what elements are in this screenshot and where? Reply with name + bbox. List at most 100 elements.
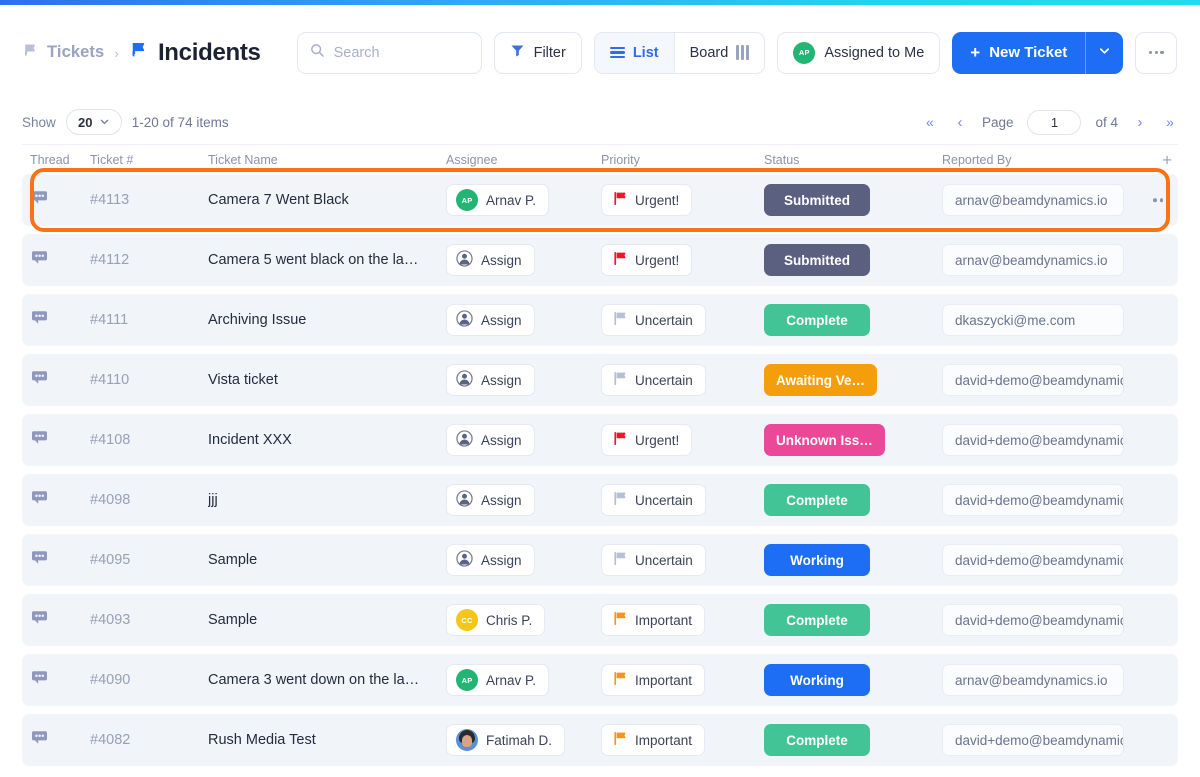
- priority-chip[interactable]: Urgent!: [601, 184, 693, 216]
- row-actions-button[interactable]: [1153, 198, 1170, 202]
- priority-chip[interactable]: Important: [601, 724, 706, 756]
- priority-cell[interactable]: Urgent!: [601, 244, 764, 276]
- thread-cell[interactable]: [22, 368, 90, 393]
- reporter-email[interactable]: david+demo@beamdynamics.io: [942, 604, 1124, 636]
- assign-button[interactable]: Assign: [446, 304, 535, 336]
- priority-cell[interactable]: Important: [601, 724, 764, 756]
- comment-thread-icon[interactable]: [30, 670, 50, 692]
- ticket-name-cell[interactable]: Sample: [208, 552, 446, 568]
- ticket-name-cell[interactable]: Rush Media Test: [208, 732, 446, 748]
- ticket-name-cell[interactable]: Camera 7 Went Black: [208, 192, 446, 208]
- reporter-email[interactable]: arnav@beamdynamics.io: [942, 244, 1124, 276]
- last-page-button[interactable]: »: [1162, 114, 1178, 130]
- reporter-cell[interactable]: dkaszycki@me.com: [942, 304, 1178, 336]
- status-badge[interactable]: Awaiting Ve…: [764, 364, 878, 396]
- assignee-cell[interactable]: AP Arnav P.: [446, 184, 601, 216]
- table-row[interactable]: #4111 Archiving Issue Assign Uncertain Compl…: [22, 294, 1178, 346]
- status-cell[interactable]: Complete: [764, 604, 942, 636]
- ticket-name-cell[interactable]: Camera 3 went down on the la…: [208, 672, 446, 688]
- priority-chip[interactable]: Uncertain: [601, 484, 706, 516]
- assign-button[interactable]: Assign: [446, 364, 535, 396]
- thread-cell[interactable]: [22, 188, 90, 213]
- priority-cell[interactable]: Urgent!: [601, 424, 764, 456]
- assignee-chip[interactable]: CC Chris P.: [446, 604, 546, 636]
- thread-cell[interactable]: [22, 308, 90, 333]
- comment-thread-icon[interactable]: [30, 730, 50, 752]
- priority-cell[interactable]: Uncertain: [601, 364, 764, 396]
- comment-thread-icon[interactable]: [30, 370, 50, 392]
- priority-chip[interactable]: Uncertain: [601, 304, 706, 336]
- ticket-number-cell[interactable]: #4095: [90, 551, 208, 569]
- search-box[interactable]: [296, 31, 482, 74]
- reporter-email[interactable]: david+demo@beamdynamics.io: [942, 424, 1124, 456]
- thread-cell[interactable]: [22, 248, 90, 273]
- reporter-cell[interactable]: david+demo@beamdynamics.io: [942, 424, 1178, 456]
- ticket-name-cell[interactable]: Archiving Issue: [208, 312, 446, 328]
- comment-thread-icon[interactable]: [30, 310, 50, 332]
- assignee-chip[interactable]: AP Arnav P.: [446, 664, 550, 696]
- status-badge[interactable]: Complete: [764, 484, 870, 516]
- priority-chip[interactable]: Urgent!: [601, 244, 693, 276]
- status-badge[interactable]: Submitted: [764, 184, 870, 216]
- reporter-email[interactable]: david+demo@beamdynamics.io: [942, 484, 1124, 516]
- status-badge[interactable]: Working: [764, 544, 870, 576]
- reporter-cell[interactable]: arnav@beamdynamics.io: [942, 244, 1178, 276]
- reporter-cell[interactable]: david+demo@beamdynamics.io: [942, 604, 1178, 636]
- assignee-cell[interactable]: Fatimah D.: [446, 724, 601, 756]
- status-cell[interactable]: Awaiting Ve…: [764, 364, 942, 396]
- status-badge[interactable]: Complete: [764, 724, 870, 756]
- assign-button[interactable]: Assign: [446, 424, 535, 456]
- ticket-name-cell[interactable]: Vista ticket: [208, 372, 446, 388]
- assignee-chip[interactable]: Fatimah D.: [446, 724, 566, 756]
- reporter-email[interactable]: dkaszycki@me.com: [942, 304, 1124, 336]
- status-cell[interactable]: Working: [764, 544, 942, 576]
- toolbar-overflow-button[interactable]: [1135, 31, 1178, 74]
- priority-chip[interactable]: Uncertain: [601, 544, 706, 576]
- assignee-cell[interactable]: AP Arnav P.: [446, 664, 601, 696]
- assign-button[interactable]: Assign: [446, 544, 535, 576]
- ticket-name-cell[interactable]: Sample: [208, 612, 446, 628]
- status-cell[interactable]: Complete: [764, 724, 942, 756]
- comment-thread-icon[interactable]: [30, 490, 50, 512]
- page-number-input[interactable]: [1027, 109, 1082, 135]
- table-row[interactable]: #4082 Rush Media Test Fatimah D. Important C…: [22, 714, 1178, 766]
- new-ticket-button[interactable]: + New Ticket: [952, 31, 1086, 74]
- ticket-number-cell[interactable]: #4082: [90, 731, 208, 749]
- assignee-cell[interactable]: Assign: [446, 364, 601, 396]
- breadcrumb-item-incidents[interactable]: Incidents: [129, 39, 261, 67]
- status-badge[interactable]: Complete: [764, 304, 870, 336]
- comment-thread-icon[interactable]: [30, 190, 50, 212]
- column-header-status[interactable]: Status: [764, 153, 942, 167]
- first-page-button[interactable]: «: [922, 114, 938, 130]
- reporter-email[interactable]: arnav@beamdynamics.io: [942, 664, 1124, 696]
- assign-button[interactable]: Assign: [446, 244, 535, 276]
- status-cell[interactable]: Complete: [764, 484, 942, 516]
- status-cell[interactable]: Complete: [764, 304, 942, 336]
- assign-button[interactable]: Assign: [446, 484, 535, 516]
- thread-cell[interactable]: [22, 668, 90, 693]
- ticket-number-cell[interactable]: #4110: [90, 371, 208, 389]
- comment-thread-icon[interactable]: [30, 550, 50, 572]
- status-cell[interactable]: Submitted: [764, 184, 942, 216]
- column-header-thread[interactable]: Thread: [22, 153, 90, 167]
- filter-button[interactable]: Filter: [493, 31, 582, 74]
- ticket-name-cell[interactable]: Camera 5 went black on the la…: [208, 252, 446, 268]
- ticket-number-cell[interactable]: #4098: [90, 491, 208, 509]
- priority-cell[interactable]: Urgent!: [601, 184, 764, 216]
- ticket-number-cell[interactable]: #4090: [90, 671, 208, 689]
- table-row[interactable]: #4090 Camera 3 went down on the la… AP Arna…: [22, 654, 1178, 706]
- table-row[interactable]: #4093 Sample CC Chris P. Important Complete da…: [22, 594, 1178, 646]
- reporter-email[interactable]: david+demo@beamdynamics.io: [942, 364, 1124, 396]
- add-column-button[interactable]: +: [1162, 151, 1172, 168]
- assignee-cell[interactable]: CC Chris P.: [446, 604, 601, 636]
- next-page-button[interactable]: ›: [1132, 114, 1148, 131]
- comment-thread-icon[interactable]: [30, 250, 50, 272]
- reporter-email[interactable]: david+demo@beamdynamics.io: [942, 724, 1124, 756]
- assignee-cell[interactable]: Assign: [446, 304, 601, 336]
- status-cell[interactable]: Working: [764, 664, 942, 696]
- thread-cell[interactable]: [22, 548, 90, 573]
- tab-board-view[interactable]: Board: [673, 32, 765, 73]
- column-header-name[interactable]: Ticket Name: [208, 153, 446, 167]
- assigned-to-me-button[interactable]: AP Assigned to Me: [777, 31, 941, 74]
- status-cell[interactable]: Unknown Iss…: [764, 424, 942, 456]
